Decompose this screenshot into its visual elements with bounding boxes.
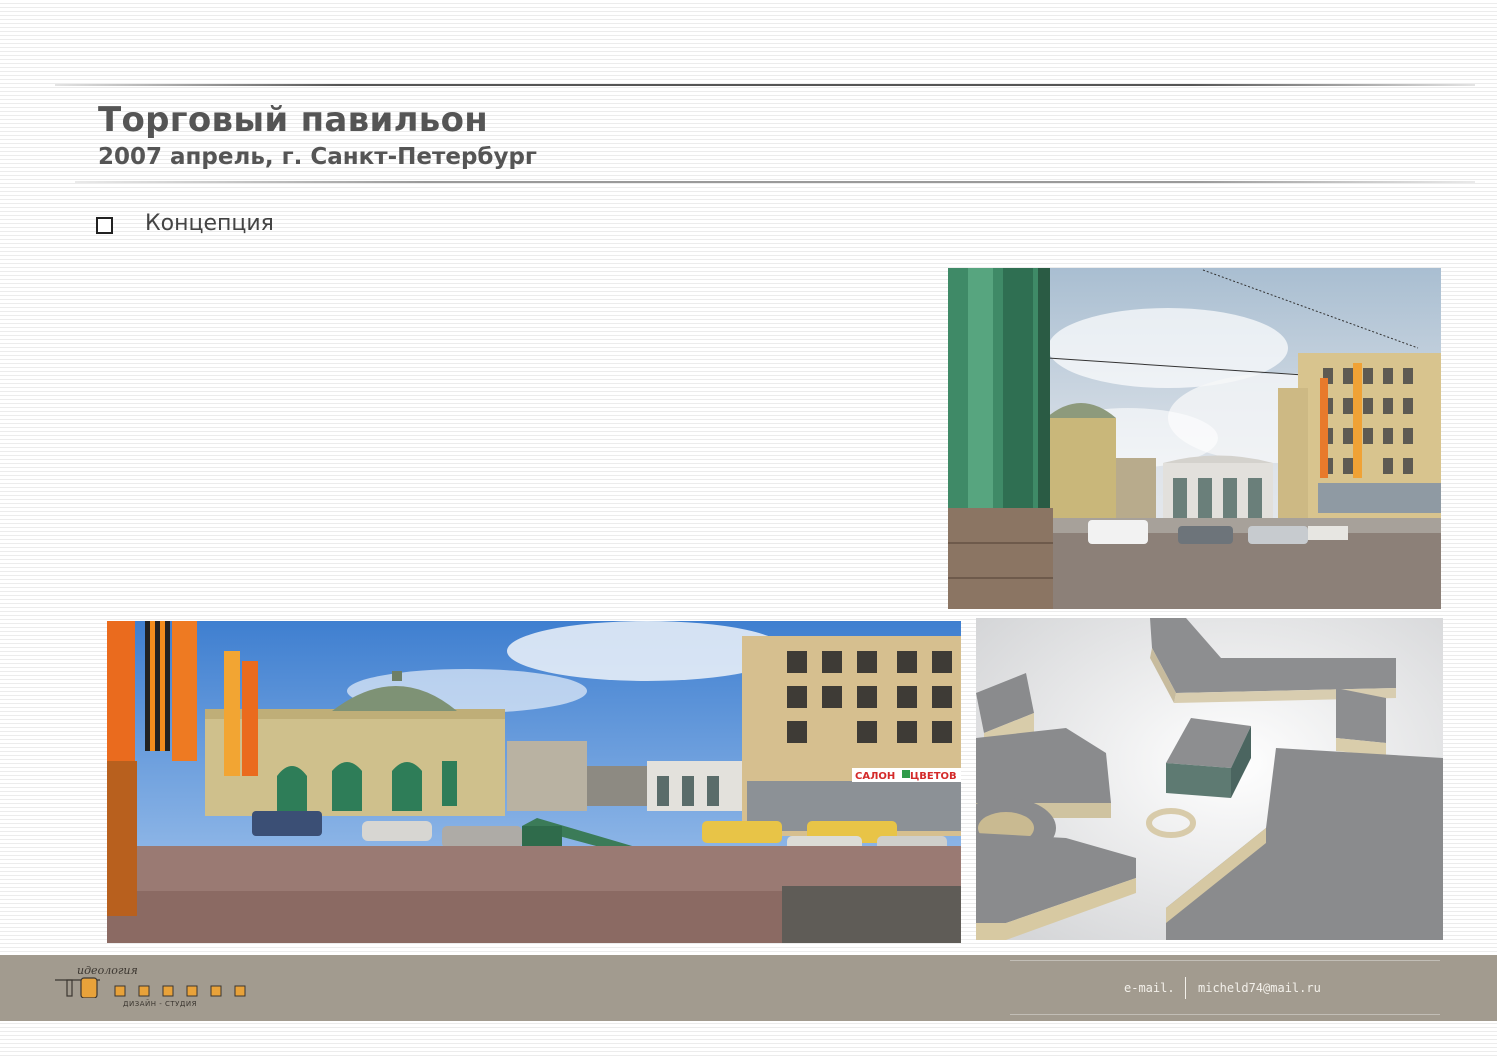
render-3d-model	[976, 618, 1443, 940]
email-separator	[1185, 977, 1186, 999]
logo-mark-icon	[55, 977, 246, 998]
shop-sign-left: САЛОН	[855, 771, 895, 782]
header-rule-bottom	[75, 181, 1475, 183]
logo-bottom-text: ДИЗАЙН - СТУДИЯ	[123, 1000, 197, 1008]
studio-logo: идеология ДИЗАЙН - СТУДИЯ	[55, 962, 265, 1012]
page-title: Торговый павильон	[98, 100, 489, 140]
photo-square-panorama: САЛОН ЦВЕТОВ	[107, 621, 961, 943]
email-label: e-mail.	[1124, 981, 1175, 995]
page-subtitle: 2007 апрель, г. Санкт-Петербург	[98, 144, 537, 170]
checkbox-icon	[96, 217, 113, 234]
footer-line-top	[1010, 960, 1440, 961]
shop-sign-right: ЦВЕТОВ	[910, 771, 957, 782]
header-rule-top	[55, 84, 1475, 86]
photo-street-columns	[948, 268, 1441, 609]
footer-line-bottom	[1010, 1014, 1440, 1015]
email-address-link[interactable]: micheld74@mail.ru	[1198, 981, 1321, 995]
bullet-label: Концепция	[145, 211, 274, 236]
